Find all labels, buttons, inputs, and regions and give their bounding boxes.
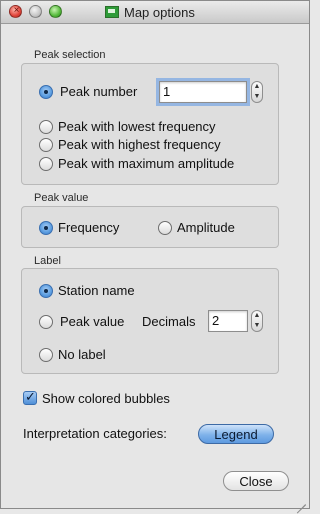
radio-maximum-amplitude[interactable]: [39, 157, 53, 171]
show-colored-bubbles-label[interactable]: Show colored bubbles: [42, 391, 170, 406]
stepper-up-icon[interactable]: ▲: [252, 82, 262, 92]
radio-lowest-frequency-label[interactable]: Peak with lowest frequency: [58, 119, 216, 134]
close-window-button[interactable]: ×: [9, 5, 22, 18]
radio-amplitude-label[interactable]: Amplitude: [177, 220, 235, 235]
decimals-input[interactable]: 2: [208, 310, 248, 332]
label-group-label: Label: [34, 255, 61, 267]
radio-station-name-label[interactable]: Station name: [58, 283, 135, 298]
peak-value-label: Peak value: [34, 192, 89, 204]
stepper-up-icon[interactable]: ▲: [252, 311, 262, 321]
stepper-down-icon[interactable]: ▼: [252, 92, 262, 102]
zoom-window-button[interactable]: [49, 5, 62, 18]
radio-frequency[interactable]: [39, 221, 53, 235]
radio-amplitude[interactable]: [158, 221, 172, 235]
close-icon: ×: [13, 5, 20, 16]
radio-station-name[interactable]: [39, 284, 53, 298]
radio-highest-frequency[interactable]: [39, 138, 53, 152]
map-options-window: × Map options Peak selection Peak number…: [0, 0, 310, 514]
close-button[interactable]: Close: [223, 471, 289, 491]
show-colored-bubbles-checkbox[interactable]: ✓: [23, 389, 37, 405]
peak-number-input[interactable]: 1: [156, 78, 250, 106]
checkmark-icon: ✓: [25, 389, 36, 404]
decimals-label: Decimals: [142, 314, 196, 329]
title-bar[interactable]: × Map options: [1, 1, 309, 24]
radio-peak-number-label[interactable]: Peak number: [60, 84, 137, 99]
resize-grip-icon[interactable]: [294, 493, 306, 514]
radio-peak-value-label[interactable]: [39, 315, 53, 329]
radio-peak-number[interactable]: [39, 85, 53, 99]
radio-frequency-label[interactable]: Frequency: [58, 220, 119, 235]
stepper-down-icon[interactable]: ▼: [252, 321, 262, 331]
window-title-text: Map options: [124, 4, 195, 20]
peak-number-stepper[interactable]: ▲ ▼: [251, 81, 263, 103]
window-title: Map options: [105, 4, 195, 20]
radio-maximum-amplitude-label[interactable]: Peak with maximum amplitude: [58, 156, 234, 171]
decimals-stepper[interactable]: ▲ ▼: [251, 310, 263, 332]
legend-button[interactable]: Legend: [198, 424, 274, 444]
radio-no-label-text[interactable]: No label: [58, 347, 106, 362]
interpretation-categories-label: Interpretation categories:: [23, 426, 167, 441]
minimize-window-button[interactable]: [29, 5, 42, 18]
radio-lowest-frequency[interactable]: [39, 120, 53, 134]
radio-no-label[interactable]: [39, 348, 53, 362]
radio-peak-value-label-text[interactable]: Peak value: [60, 314, 124, 329]
peak-selection-label: Peak selection: [34, 49, 106, 61]
map-icon: [105, 6, 119, 18]
radio-highest-frequency-label[interactable]: Peak with highest frequency: [58, 137, 221, 152]
